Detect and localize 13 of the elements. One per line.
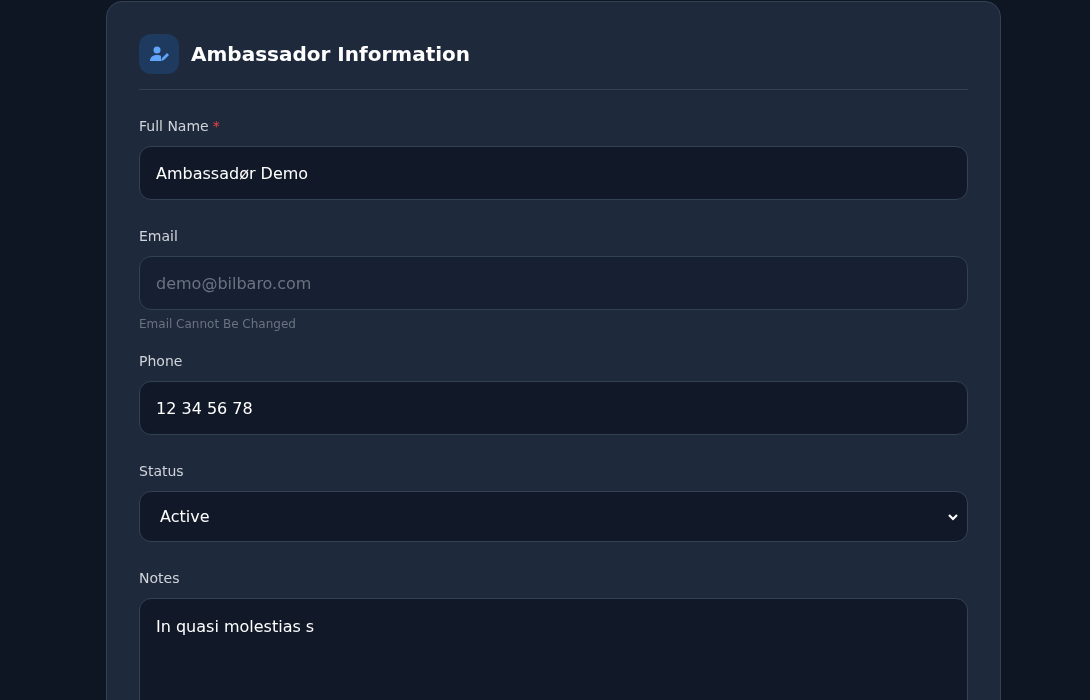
status-select[interactable]: Active xyxy=(139,491,968,542)
card-title: Ambassador Information xyxy=(191,41,471,68)
required-asterisk: * xyxy=(212,117,220,136)
input-field[interactable]: Ambassadør Demo xyxy=(139,146,968,200)
field-label: Status xyxy=(139,462,184,481)
field-label: Phone xyxy=(139,352,183,371)
field-label: Notes xyxy=(139,569,180,588)
user-edit-icon xyxy=(139,34,179,74)
field-label: Email xyxy=(139,227,178,246)
notes-field[interactable]: In quasi molestias s xyxy=(139,598,968,700)
input-field[interactable]: 12 34 56 78 xyxy=(139,381,968,435)
field-label: Full Name xyxy=(139,117,209,136)
field-hint: Email Cannot Be Changed xyxy=(139,316,297,333)
